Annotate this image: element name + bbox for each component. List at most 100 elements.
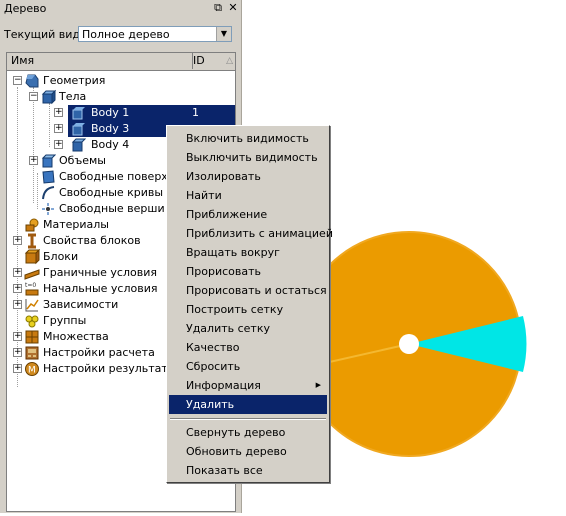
menu-item-delete-mesh[interactable]: Удалить сетку (169, 319, 327, 338)
menu-item-zoom-animated[interactable]: Приблизить с анимацией (169, 224, 333, 243)
tree-item-free-surfaces[interactable]: Свободные поверх (7, 169, 168, 185)
tree-item-materials[interactable]: Материалы (7, 217, 167, 233)
menu-item-isolate[interactable]: Изолировать (169, 167, 327, 186)
sets-icon (25, 330, 39, 344)
tree-item-label: Тела (59, 90, 87, 103)
menu-item-find[interactable]: Найти (169, 186, 327, 205)
column-header-name[interactable]: Имя (7, 53, 193, 69)
tree-item-label: Свободные верши (59, 202, 165, 215)
tree-item-label: Свободные кривы (59, 186, 164, 199)
expand-icon[interactable]: + (13, 284, 22, 293)
tree-header: Имя ID △ (7, 53, 235, 71)
body-icon (71, 138, 86, 152)
tree-item-bodies[interactable]: − Тела (7, 89, 235, 105)
tree-item-label: Настройки расчета (43, 346, 155, 359)
tree-item-label: Блоки (43, 250, 79, 263)
menu-item-collapse-tree[interactable]: Свернуть дерево (169, 423, 327, 442)
block-props-icon (28, 233, 36, 249)
tree-item-label: Множества (43, 330, 109, 343)
tree-item-label: Зависимости (43, 298, 119, 311)
close-icon[interactable]: ✕ (227, 2, 239, 14)
expand-icon[interactable]: + (54, 108, 63, 117)
expand-icon[interactable]: + (13, 364, 22, 373)
tree-item-label: Материалы (43, 218, 109, 231)
column-header-id[interactable]: ID △ (190, 53, 235, 69)
tree-item-label: Body 3 (91, 122, 130, 135)
dependencies-icon (25, 299, 39, 312)
materials-icon (25, 218, 39, 232)
tree-item-result-settings[interactable]: + M Настройки результато (7, 361, 175, 377)
expand-icon[interactable]: + (13, 332, 22, 341)
view-label: Текущий вид (4, 28, 81, 41)
context-menu: Включить видимость Выключить видимость И… (166, 125, 333, 483)
expand-icon[interactable]: + (13, 268, 22, 277)
tree-item-initial-conditions[interactable]: + t=0 Начальные условия (7, 281, 167, 297)
tree-item-dependencies[interactable]: + Зависимости (7, 297, 167, 313)
menu-item-zoom[interactable]: Приближение (169, 205, 327, 224)
tree-item-label: Граничные условия (43, 266, 157, 279)
tree-item-groups[interactable]: Группы (7, 313, 167, 329)
menu-item-rotate-around[interactable]: Вращать вокруг (169, 243, 327, 262)
boundary-icon (24, 269, 40, 280)
menu-item-draw[interactable]: Прорисовать (169, 262, 327, 281)
bodies-icon (41, 89, 56, 105)
result-settings-icon: M (25, 362, 39, 376)
menu-item-draw-and-stay[interactable]: Прорисовать и остаться (169, 281, 327, 300)
menu-item-info-label: Информация (186, 379, 261, 392)
tree-item-label: Body 1 (91, 106, 130, 119)
tree-item-label: Настройки результато (43, 362, 175, 375)
tree-item-free-vertices[interactable]: Свободные верши (7, 201, 167, 217)
tree-item-id: 1 (192, 106, 199, 119)
tree-item-volumes[interactable]: + Объемы (7, 153, 167, 169)
tree-item-label: Свойства блоков (43, 234, 141, 247)
pin-icon[interactable]: ⧉ (212, 2, 224, 14)
tree-item-label: Группы (43, 314, 87, 327)
menu-item-build-mesh[interactable]: Построить сетку (169, 300, 327, 319)
menu-item-info[interactable]: Информация ▶ (169, 376, 327, 395)
tree-item-geometry[interactable]: − Геометрия (7, 73, 235, 89)
menu-separator (170, 418, 326, 420)
curve-icon (42, 186, 55, 200)
tree-item-calc-settings[interactable]: + Настройки расчета (7, 345, 167, 361)
groups-icon (25, 315, 39, 328)
expand-icon[interactable]: + (29, 156, 38, 165)
menu-item-delete[interactable]: Удалить (169, 395, 327, 414)
tree-item-body-1[interactable]: Body 1 1 (68, 105, 235, 121)
surface-icon (42, 170, 55, 184)
tree-item-label: Свободные поверх (59, 170, 168, 183)
sort-arrow-icon: △ (226, 56, 233, 66)
tree-item-boundary-conditions[interactable]: + Граничные условия (7, 265, 167, 281)
menu-item-show-all[interactable]: Показать все (169, 461, 327, 480)
expand-icon[interactable]: + (54, 124, 63, 133)
expand-icon[interactable]: + (13, 348, 22, 357)
view-select[interactable]: Полное дерево ▼ (78, 26, 232, 42)
chevron-down-icon[interactable]: ▼ (216, 27, 231, 41)
tree-item-sets[interactable]: + Множества (7, 329, 167, 345)
tree-item-label: Body 4 (91, 138, 130, 151)
menu-item-show[interactable]: Включить видимость (169, 129, 327, 148)
tree-item-free-curves[interactable]: Свободные кривы (7, 185, 167, 201)
initial-conditions-icon: t=0 (25, 282, 39, 296)
vertex-icon (42, 203, 54, 215)
body-icon (72, 123, 85, 136)
svg-text:t=0: t=0 (25, 282, 36, 289)
collapse-icon[interactable]: − (29, 92, 38, 101)
column-header-id-label: ID (193, 54, 205, 67)
expand-icon[interactable]: + (13, 300, 22, 309)
tree-item-label: Геометрия (43, 74, 106, 87)
tree-item-label: Начальные условия (43, 282, 158, 295)
volumes-icon (41, 154, 56, 168)
center-hole (399, 334, 419, 354)
menu-item-reset[interactable]: Сбросить (169, 357, 327, 376)
tree-item-blocks[interactable]: Блоки (7, 249, 167, 265)
tree-item-block-props[interactable]: + Свойства блоков (7, 233, 167, 249)
view-select-value: Полное дерево (82, 28, 170, 41)
expand-icon[interactable]: + (54, 140, 63, 149)
body-icon (72, 107, 85, 120)
blocks-icon (24, 249, 40, 265)
expand-icon[interactable]: + (13, 236, 22, 245)
collapse-icon[interactable]: − (13, 76, 22, 85)
menu-item-refresh-tree[interactable]: Обновить дерево (169, 442, 327, 461)
menu-item-quality[interactable]: Качество (169, 338, 327, 357)
menu-item-hide[interactable]: Выключить видимость (169, 148, 327, 167)
